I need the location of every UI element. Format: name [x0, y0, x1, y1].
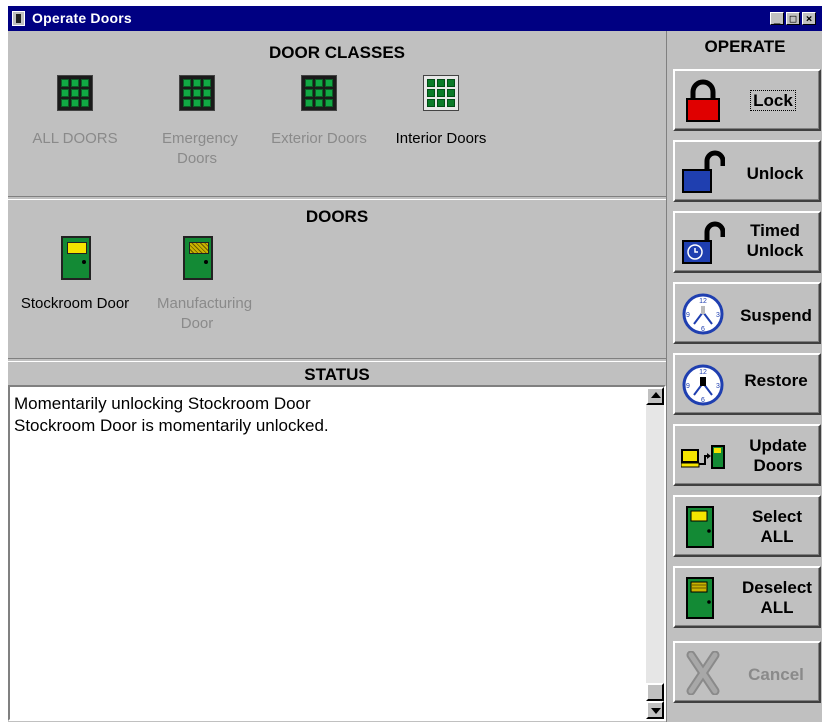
doors-title: DOORS	[305, 207, 369, 226]
deselect-all-label-line2: ALL	[760, 598, 794, 617]
door-icon	[61, 236, 91, 280]
status-scrollbar[interactable]	[646, 387, 664, 719]
timed-unlock-label-line2: Unlock	[746, 241, 804, 260]
deselect-all-button[interactable]: Deselect ALL	[673, 566, 821, 628]
svg-text:3: 3	[716, 312, 720, 319]
select-all-label-line2: ALL	[760, 527, 794, 546]
svg-text:12: 12	[699, 369, 707, 376]
arrow-down-icon	[651, 708, 661, 714]
lock-button[interactable]: Lock	[673, 69, 821, 131]
deselect-all-label-line1: Deselect	[742, 578, 812, 597]
suspend-label: Suspend	[740, 306, 812, 325]
door-label: Manufacturing Door	[157, 295, 253, 332]
operate-doors-window: Operate Doors _ □ × DOOR CLASSES ALL DOO…	[8, 6, 822, 722]
close-button[interactable]: ×	[802, 12, 816, 25]
status-line: Momentarily unlocking Stockroom Door	[14, 394, 311, 413]
door-app-icon[interactable]	[12, 11, 25, 26]
maximize-button[interactable]: □	[786, 12, 800, 25]
main-panel: DOOR CLASSES ALL DOORS Emergency Doors E…	[8, 31, 666, 722]
door-class-grid-icon	[57, 75, 93, 111]
unlock-label: Unlock	[746, 164, 804, 183]
window-title: Operate Doors	[32, 10, 132, 26]
padlock-locked-icon	[686, 79, 720, 122]
door-class-label: Interior Doors	[395, 130, 487, 147]
door-deselect-icon	[686, 577, 714, 619]
restore-label: Restore	[744, 371, 808, 390]
timed-unlock-icon	[682, 221, 725, 264]
select-all-button[interactable]: Select ALL	[673, 495, 821, 557]
section-divider	[8, 358, 666, 362]
door-label: Stockroom Door	[20, 295, 130, 312]
clock-suspend-icon: 12 9 3 6	[682, 293, 724, 335]
status-log[interactable]: Momentarily unlocking Stockroom Door Sto…	[8, 385, 666, 721]
select-all-label-line1: Select	[751, 507, 803, 526]
update-doors-label-line1: Update	[749, 436, 807, 455]
status-title: STATUS	[304, 365, 370, 384]
status-text: Momentarily unlocking Stockroom Door Sto…	[14, 393, 329, 437]
door-select-icon	[686, 506, 714, 548]
update-doors-icon	[681, 445, 725, 469]
operate-panel: OPERATE Lock Unlock Timed Unlock 12 9 3 …	[666, 31, 822, 722]
update-doors-label-line2: Doors	[753, 456, 803, 475]
scroll-down-button[interactable]	[646, 701, 664, 719]
scroll-up-button[interactable]	[646, 387, 664, 405]
cancel-label: Cancel	[748, 665, 804, 684]
status-line: Stockroom Door is momentarily unlocked.	[14, 416, 329, 435]
svg-text:9: 9	[686, 383, 690, 390]
padlock-unlocked-icon	[682, 150, 725, 193]
svg-text:6: 6	[701, 326, 705, 333]
door-classes-title: DOOR CLASSES	[268, 43, 406, 62]
arrow-up-icon	[651, 392, 661, 398]
door-class-grid-icon	[423, 75, 459, 111]
unlock-button[interactable]: Unlock	[673, 140, 821, 202]
door-icon	[183, 236, 213, 280]
restore-button[interactable]: 12 9 3 6 Restore	[673, 353, 821, 415]
cancel-button[interactable]: Cancel	[673, 641, 821, 703]
timed-unlock-button[interactable]: Timed Unlock	[673, 211, 821, 273]
svg-text:9: 9	[686, 312, 690, 319]
svg-text:3: 3	[716, 383, 720, 390]
suspend-button[interactable]: 12 9 3 6 Suspend	[673, 282, 821, 344]
svg-text:12: 12	[699, 298, 707, 305]
timed-unlock-label-line1: Timed	[750, 221, 800, 240]
door-class-grid-icon	[301, 75, 337, 111]
door-class-grid-icon	[179, 75, 215, 111]
section-divider	[8, 196, 666, 200]
svg-text:6: 6	[701, 397, 705, 404]
door-class-label: ALL DOORS	[32, 130, 118, 147]
door-class-label: Exterior Doors	[271, 130, 367, 147]
scroll-thumb[interactable]	[646, 683, 664, 701]
title-bar[interactable]: Operate Doors _ □ ×	[8, 6, 822, 31]
door-class-label: Emergency Doors	[162, 130, 238, 167]
operate-title: OPERATE	[704, 37, 786, 56]
lock-label: Lock	[750, 90, 796, 111]
minimize-button[interactable]: _	[770, 12, 784, 25]
clock-restore-icon: 12 9 3 6	[682, 364, 724, 406]
cancel-x-icon	[686, 651, 720, 695]
update-doors-button[interactable]: Update Doors	[673, 424, 821, 486]
